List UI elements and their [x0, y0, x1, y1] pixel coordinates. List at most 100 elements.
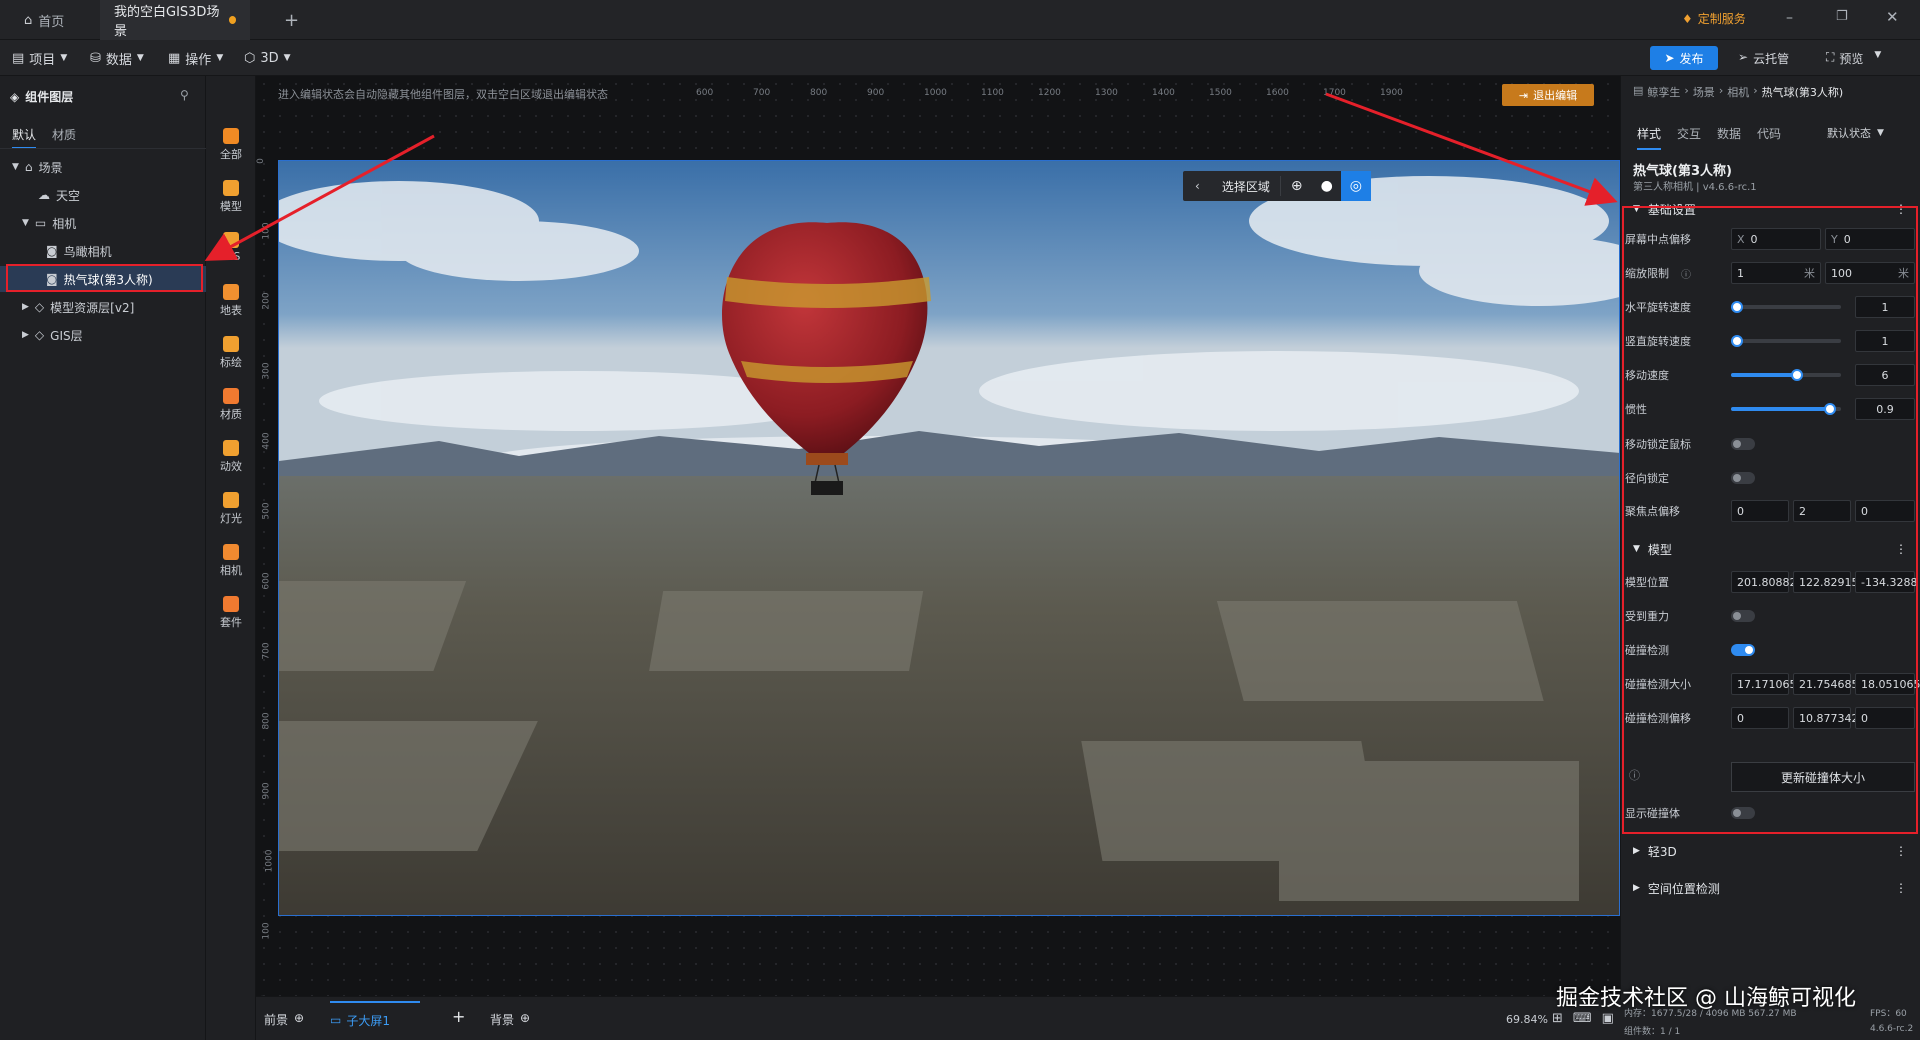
- plus-circle-icon: ⊕: [520, 1011, 531, 1025]
- tool-label: 相机: [220, 564, 242, 577]
- ruler-tick: 1300: [1095, 88, 1118, 98]
- tab-home-label: 首页: [38, 14, 65, 30]
- select-area-button[interactable]: 选择区域: [1212, 178, 1280, 195]
- ruler-tick: 1000: [924, 88, 947, 98]
- tool-7[interactable]: 灯光: [206, 492, 256, 526]
- layer-icon: ◇: [34, 328, 45, 342]
- crumb[interactable]: 相机: [1727, 84, 1749, 100]
- tool-1[interactable]: 模型: [206, 180, 256, 214]
- section-light3d[interactable]: ▶ 轻3D ⋮: [1625, 836, 1915, 866]
- tool-icon: [223, 596, 239, 612]
- tab-scene[interactable]: 我的空白GIS3D场景: [100, 0, 250, 40]
- foreground-button[interactable]: 前景 ⊕: [264, 1011, 304, 1028]
- sky-icon: ☁: [38, 188, 50, 202]
- exit-icon: ⇥: [1518, 88, 1529, 102]
- tree-item-sky[interactable]: ☁ 天空: [0, 182, 206, 208]
- ruler-tick: 1400: [1152, 88, 1175, 98]
- add-screen-button[interactable]: +: [452, 1007, 465, 1026]
- crumb[interactable]: 场景: [1693, 84, 1715, 100]
- tab-material[interactable]: 材质: [52, 126, 76, 143]
- fit-screen-icon[interactable]: ⊞: [1552, 1011, 1563, 1026]
- terminal-icon[interactable]: ▣: [1602, 1011, 1614, 1026]
- breadcrumb: ▤ 鲸孪生 › 场景 › 相机 › 热气球(第3人称): [1633, 84, 1844, 100]
- 3d-scene-viewport[interactable]: ‹ 选择区域 ⊕ ● ◎: [278, 160, 1620, 916]
- tool-icon: [223, 232, 239, 248]
- keyboard-icon[interactable]: ⌨: [1573, 1011, 1592, 1026]
- tool-2[interactable]: GIS: [206, 232, 256, 263]
- tree-item-birdseye-camera[interactable]: ◙ 鸟瞰相机: [0, 238, 206, 264]
- more-icon[interactable]: ⋮: [1895, 881, 1915, 895]
- tab-default[interactable]: 默认: [12, 126, 37, 149]
- tree-label: 相机: [52, 216, 77, 231]
- globe-icon[interactable]: ⊕: [1281, 178, 1313, 194]
- tab-scene-label: 我的空白GIS3D场景: [114, 5, 220, 39]
- cloud-hosting-button[interactable]: ➢ 云托管: [1738, 50, 1789, 67]
- exit-edit-button[interactable]: ⇥ 退出编辑: [1502, 84, 1594, 106]
- section-space-detect[interactable]: ▶ 空间位置检测 ⋮: [1625, 873, 1915, 903]
- tool-6[interactable]: 动效: [206, 440, 256, 474]
- chevron-left-icon[interactable]: ‹: [1183, 179, 1212, 193]
- component-title: 热气球(第3人称): [1633, 164, 1732, 179]
- layer-icon: ◇: [34, 300, 45, 314]
- tree-label: 模型资源层[v2]: [50, 300, 135, 315]
- minimize-button[interactable]: –: [1786, 10, 1793, 26]
- folder-icon: ▭: [34, 216, 47, 230]
- ruler-tick: 1900: [1380, 88, 1403, 98]
- custom-service-button[interactable]: ♦ 定制服务: [1682, 10, 1746, 27]
- menu-project[interactable]: ▤ 项目 ▼: [12, 40, 67, 76]
- publish-label: 发布: [1679, 51, 1704, 66]
- plus-icon: +: [284, 9, 300, 31]
- tool-label: 动效: [220, 460, 242, 473]
- tree-label: 场景: [38, 160, 63, 175]
- background-button[interactable]: 背景 ⊕: [490, 1011, 530, 1028]
- state-select[interactable]: 默认状态 ▼: [1827, 122, 1907, 144]
- menu-data[interactable]: ⛁ 数据 ▼: [90, 40, 144, 76]
- cloud-label: 云托管: [1753, 52, 1790, 66]
- paper-plane-icon: ➢: [1738, 50, 1749, 64]
- menu-operate[interactable]: ▦ 操作 ▼: [168, 40, 223, 76]
- tab-style[interactable]: 样式: [1637, 125, 1662, 150]
- tab-interaction[interactable]: 交互: [1677, 125, 1701, 142]
- layer-panel: ◈ 组件图层 ⚲ ⌕ 默认 材质 ▼⌂场景 ☁天空 ▼▭相机 ◙鸟瞰相机 ◙热气…: [0, 76, 227, 1040]
- ruler-tick: 1600: [1266, 88, 1289, 98]
- menu-project-label: 项目: [29, 52, 56, 68]
- tool-3[interactable]: 地表: [206, 284, 256, 318]
- tool-label: 模型: [220, 200, 242, 213]
- database-icon: ⛁: [90, 50, 101, 66]
- tree-item-camera-folder[interactable]: ▼ ▭ 相机: [0, 210, 206, 236]
- new-tab-button[interactable]: +: [270, 0, 313, 40]
- menu-3d[interactable]: ⬡ 3D ▼: [244, 40, 291, 76]
- tree-item-scene[interactable]: ▼ ⌂ 场景: [0, 154, 206, 180]
- tree-item-model-layer[interactable]: ▶ ◇ 模型资源层[v2]: [0, 294, 206, 320]
- ruler-tick: 800: [810, 88, 828, 98]
- tool-8[interactable]: 相机: [206, 544, 256, 578]
- tool-icon: [223, 284, 239, 300]
- menu-3d-label: 3D: [260, 50, 279, 66]
- circle-icon[interactable]: ●: [1313, 178, 1341, 194]
- sub-screen-tab[interactable]: ▭ 子大屏1: [330, 1001, 420, 1037]
- crumb[interactable]: 热气球(第3人称): [1762, 84, 1844, 100]
- chevron-right-icon: ▶: [22, 302, 29, 312]
- target-icon[interactable]: ◎: [1340, 171, 1371, 201]
- tool-0[interactable]: 全部: [206, 128, 256, 162]
- tab-data[interactable]: 数据: [1717, 125, 1741, 142]
- fullscreen-icon: ⛶: [1826, 50, 1835, 64]
- zoom-level[interactable]: 69.84%: [1506, 1013, 1548, 1026]
- crumb[interactable]: 鲸孪生: [1647, 84, 1680, 100]
- tool-5[interactable]: 材质: [206, 388, 256, 422]
- filter-icon[interactable]: ⚲: [180, 88, 189, 102]
- tree-item-gis-layer[interactable]: ▶ ◇ GIS层: [0, 322, 206, 348]
- send-icon: ➤: [1664, 51, 1675, 65]
- ruler-tick: 600: [696, 88, 714, 98]
- tab-home[interactable]: ⌂ 首页: [10, 0, 78, 40]
- unsaved-dot-icon: [228, 16, 236, 24]
- tab-code[interactable]: 代码: [1757, 125, 1781, 142]
- more-icon[interactable]: ⋮: [1895, 844, 1915, 858]
- preview-button[interactable]: ⛶ 预览 ▼: [1826, 50, 1881, 67]
- publish-button[interactable]: ➤ 发布: [1650, 46, 1718, 70]
- tool-9[interactable]: 套件: [206, 596, 256, 630]
- restore-button[interactable]: ❐: [1836, 9, 1848, 24]
- close-button[interactable]: ✕: [1886, 8, 1899, 26]
- tool-4[interactable]: 标绘: [206, 336, 256, 370]
- chevron-down-icon: ▼: [12, 162, 19, 172]
